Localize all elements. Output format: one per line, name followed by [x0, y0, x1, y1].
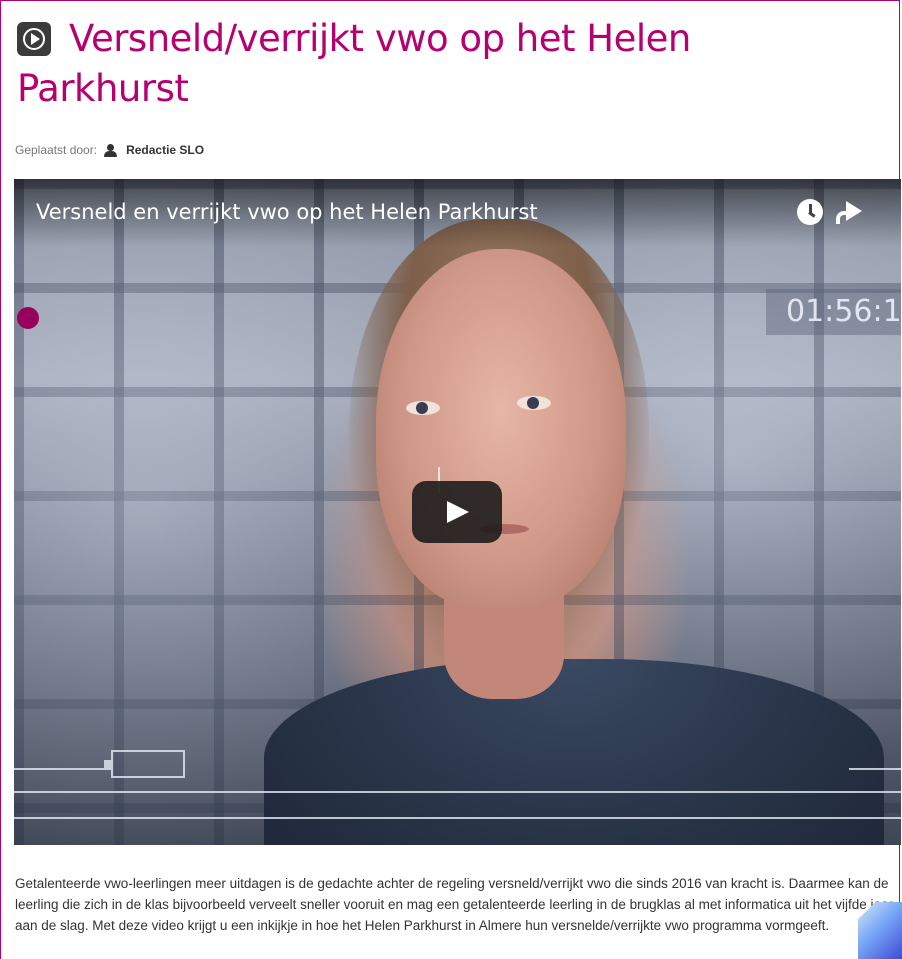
- video-icon: [17, 22, 51, 56]
- play-button[interactable]: [412, 481, 502, 543]
- video-title-link[interactable]: Versneld en verrijkt vwo op het Helen Pa…: [36, 200, 538, 224]
- author-link[interactable]: Redactie SLO: [126, 143, 204, 157]
- byline: Geplaatst door: Redactie SLO: [15, 143, 204, 157]
- battery-icon: [104, 750, 185, 778]
- article-header: Versneld/verrijkt vwo op het Helen Parkh…: [17, 14, 857, 114]
- article-description: Getalenteerde vwo-leerlingen meer uitdag…: [15, 876, 893, 933]
- timecode-overlay: 01:56:1: [766, 289, 901, 335]
- hud-line: [14, 791, 901, 793]
- user-icon: [104, 143, 118, 157]
- record-dot: [17, 307, 39, 329]
- share-icon[interactable]: [836, 201, 862, 224]
- hud-line: [14, 768, 104, 770]
- play-icon: [447, 501, 469, 523]
- clock-icon[interactable]: [797, 199, 823, 225]
- byline-label: Geplaatst door:: [15, 143, 98, 157]
- video-player[interactable]: Versneld en verrijkt vwo op het Helen Pa…: [14, 179, 901, 845]
- page-title: Versneld/verrijkt vwo op het Helen Parkh…: [17, 17, 691, 110]
- hud-line: [14, 817, 901, 819]
- hud-line: [849, 768, 901, 770]
